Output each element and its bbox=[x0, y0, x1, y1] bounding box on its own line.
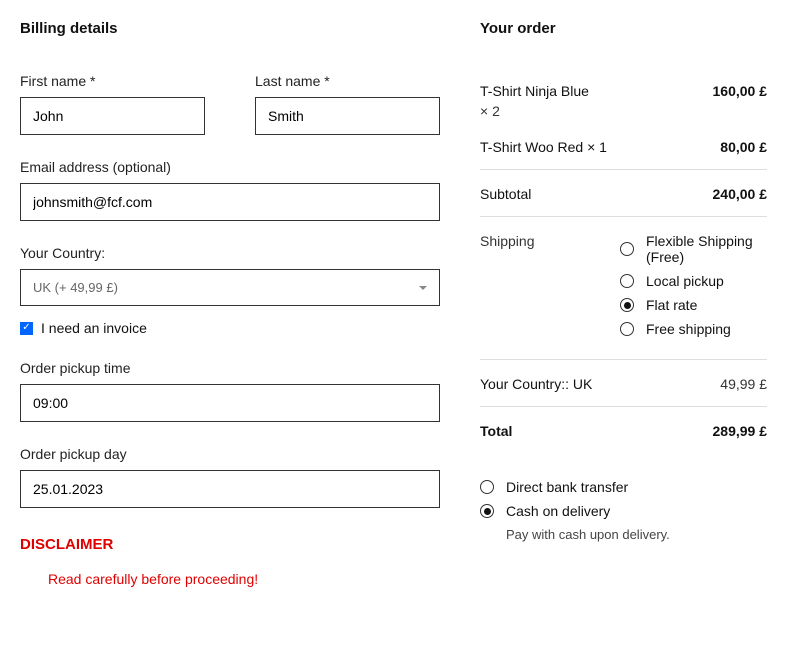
pickup-time-input[interactable] bbox=[20, 384, 440, 422]
chevron-down-icon bbox=[419, 286, 427, 290]
shipping-option-flat-rate[interactable]: Flat rate bbox=[620, 297, 767, 313]
shipping-option-label: Flexible Shipping (Free) bbox=[646, 233, 767, 265]
country-selected-value: UK (+ 49,99 £) bbox=[33, 280, 118, 295]
first-name-label: First name * bbox=[20, 73, 205, 89]
pickup-day-input[interactable] bbox=[20, 470, 440, 508]
order-item-price: 80,00 £ bbox=[720, 139, 767, 155]
shipping-option-label: Free shipping bbox=[646, 321, 731, 337]
last-name-label: Last name * bbox=[255, 73, 440, 89]
radio-icon bbox=[620, 298, 634, 312]
disclaimer-title: DISCLAIMER bbox=[20, 536, 440, 553]
first-name-input[interactable] bbox=[20, 97, 205, 135]
order-heading: Your order bbox=[480, 20, 767, 37]
payment-note: Pay with cash upon delivery. bbox=[506, 527, 767, 542]
radio-icon bbox=[620, 274, 634, 288]
billing-heading: Billing details bbox=[20, 20, 440, 37]
shipping-option-local-pickup[interactable]: Local pickup bbox=[620, 273, 767, 289]
last-name-input[interactable] bbox=[255, 97, 440, 135]
shipping-option-label: Flat rate bbox=[646, 297, 697, 313]
radio-icon bbox=[620, 322, 634, 336]
shipping-option-free[interactable]: Free shipping bbox=[620, 321, 767, 337]
payment-option-label: Cash on delivery bbox=[506, 503, 610, 519]
subtotal-value: 240,00 £ bbox=[713, 186, 768, 202]
order-item-name: T-Shirt Woo Red × 1 bbox=[480, 139, 607, 155]
order-item-qty: × 2 bbox=[480, 103, 589, 119]
country-label: Your Country: bbox=[20, 245, 440, 261]
disclaimer-text: Read carefully before proceeding! bbox=[48, 571, 440, 587]
invoice-checkbox[interactable]: ✓ bbox=[20, 322, 33, 335]
shipping-label: Shipping bbox=[480, 233, 620, 249]
email-input[interactable] bbox=[20, 183, 440, 221]
country-fee-label: Your Country:: UK bbox=[480, 376, 592, 392]
shipping-option-label: Local pickup bbox=[646, 273, 724, 289]
radio-icon bbox=[480, 480, 494, 494]
invoice-label: I need an invoice bbox=[41, 320, 147, 336]
total-value: 289,99 £ bbox=[713, 423, 768, 439]
pickup-time-label: Order pickup time bbox=[20, 360, 440, 376]
total-label: Total bbox=[480, 423, 512, 439]
payment-option-cash-on-delivery[interactable]: Cash on delivery bbox=[480, 503, 767, 519]
pickup-day-label: Order pickup day bbox=[20, 446, 440, 462]
order-item-name: T-Shirt Ninja Blue bbox=[480, 83, 589, 99]
subtotal-label: Subtotal bbox=[480, 186, 531, 202]
radio-icon bbox=[620, 242, 634, 256]
shipping-option-flexible[interactable]: Flexible Shipping (Free) bbox=[620, 233, 767, 265]
email-label: Email address (optional) bbox=[20, 159, 440, 175]
order-item-price: 160,00 £ bbox=[713, 83, 768, 99]
payment-option-label: Direct bank transfer bbox=[506, 479, 628, 495]
country-select[interactable]: UK (+ 49,99 £) bbox=[20, 269, 440, 306]
payment-option-bank-transfer[interactable]: Direct bank transfer bbox=[480, 479, 767, 495]
radio-icon bbox=[480, 504, 494, 518]
country-fee-value: 49,99 £ bbox=[720, 376, 767, 392]
